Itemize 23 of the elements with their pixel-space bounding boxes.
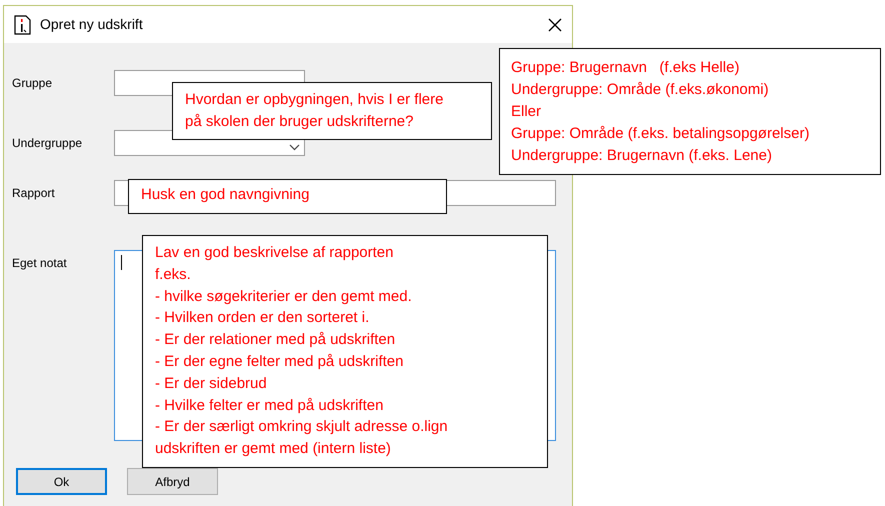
note-text: Undergruppe: Brugernavn (f.eks. Lene): [511, 146, 772, 166]
note-text: Undergruppe: Område (f.eks.økonomi): [511, 80, 769, 100]
field-label: Undergruppe: [12, 135, 84, 152]
note-text: - hvilke søgekriterier er den gemt med.: [155, 286, 412, 307]
note-text: Hvordan er opbygningen, hvis I er flere: [185, 90, 444, 110]
field-label: Eget notat: [12, 255, 68, 272]
note-text: Husk en god navngivning: [141, 185, 310, 205]
note-text: Eller: [511, 102, 542, 122]
note-text: - Hvilke felter er med på udskriften: [155, 396, 384, 416]
note-text: - Er der relationer med på udskriften: [155, 330, 396, 350]
note-text: - Er der særligt omkring skjult adresse o.lign: [155, 417, 448, 438]
note-text: udskriften er gemt med (intern liste): [155, 439, 391, 460]
note-text: f.eks.: [155, 264, 191, 285]
note-text: på skolen der bruger udskrifterne?: [185, 112, 414, 132]
note-text: - Er der egne felter med på udskriften: [155, 352, 404, 372]
note-text: Gruppe: Brugernavn (f.eks Helle): [511, 58, 740, 78]
field-label: Rapport: [12, 185, 56, 202]
field-label: Gruppe: [12, 75, 54, 92]
window-title: Opret ny udskrift: [40, 15, 143, 34]
note-text: - Hvilken orden er den sorteret i.: [155, 308, 370, 328]
note-text: - Er der sidebrud: [155, 374, 267, 394]
note-text: Gruppe: Område (f.eks. betalingsopgørelser): [511, 124, 810, 144]
note-text: Lav en god beskrivelse af rapporten: [155, 243, 394, 263]
